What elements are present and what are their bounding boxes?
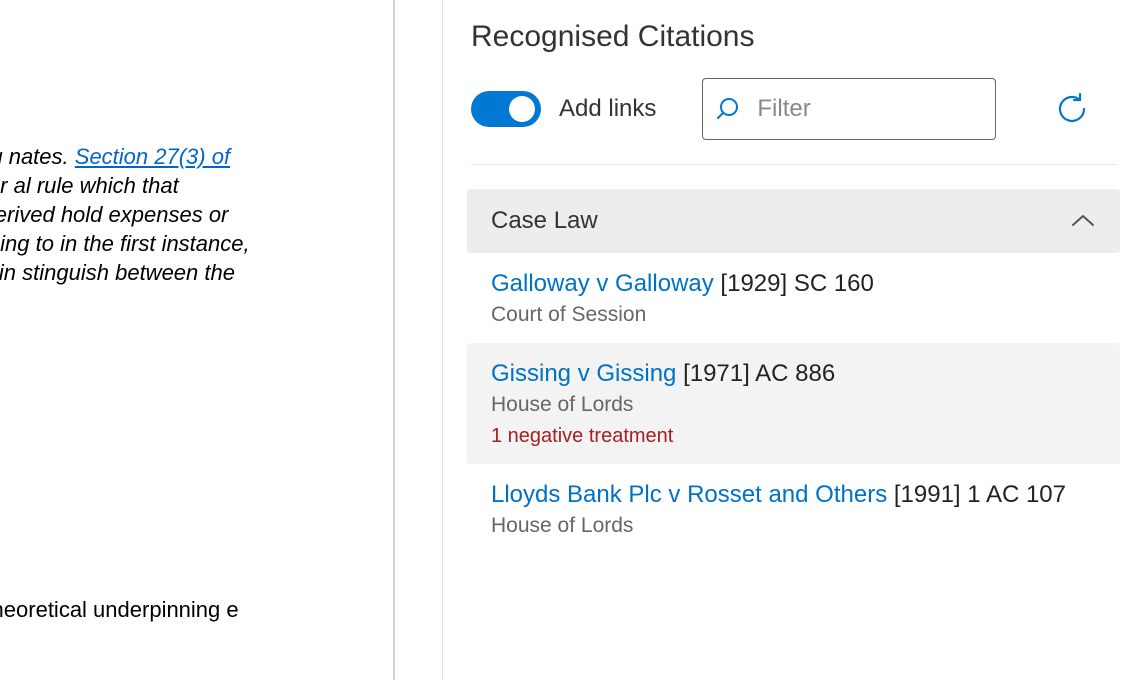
filter-input[interactable] bbox=[757, 95, 981, 123]
panel-title: Recognised Citations bbox=[471, 20, 1116, 54]
chevron-up-icon bbox=[1070, 213, 1096, 229]
add-links-label: Add links bbox=[559, 95, 656, 123]
citation-name-link[interactable]: Lloyds Bank Plc v Rosset and Others bbox=[491, 481, 887, 508]
citation-court: House of Lords bbox=[491, 393, 1096, 417]
citations-panel: Recognised Citations Add links bbox=[443, 0, 1144, 680]
citations-content: Case Law Galloway v Galloway [1929] SC 1… bbox=[443, 165, 1144, 680]
citation-item[interactable]: Lloyds Bank Plc v Rosset and Others [199… bbox=[467, 464, 1120, 554]
section-title: Case Law bbox=[491, 207, 598, 235]
add-links-toggle[interactable] bbox=[471, 91, 541, 127]
document-pane: e home of a cohabiting nates. Section 27… bbox=[0, 0, 395, 680]
vertical-divider bbox=[395, 0, 443, 680]
section-header-case-law[interactable]: Case Law bbox=[467, 189, 1120, 253]
citation-item[interactable]: Gissing v Gissing [1971] AC 886 House of… bbox=[467, 343, 1120, 464]
document-excerpt: e home of a cohabiting nates. Section 27… bbox=[0, 142, 250, 287]
document-excerpt-2: pinion. But it may be theoretical underp… bbox=[0, 595, 250, 653]
toolbar: Add links bbox=[471, 78, 1116, 165]
citation-court: House of Lords bbox=[491, 514, 1096, 538]
refresh-button[interactable] bbox=[1054, 91, 1090, 127]
citation-court: Court of Session bbox=[491, 303, 1096, 327]
citation-list: Galloway v Galloway [1929] SC 160 Court … bbox=[467, 253, 1120, 554]
search-icon bbox=[717, 95, 745, 123]
citation-warning: 1 negative treatment bbox=[491, 425, 1096, 448]
filter-box[interactable] bbox=[702, 78, 996, 140]
citation-name-link[interactable]: Gissing v Gissing bbox=[491, 360, 676, 387]
citation-item[interactable]: Galloway v Galloway [1929] SC 160 Court … bbox=[467, 253, 1120, 343]
citation-name-link[interactable]: Galloway v Galloway bbox=[491, 270, 714, 297]
